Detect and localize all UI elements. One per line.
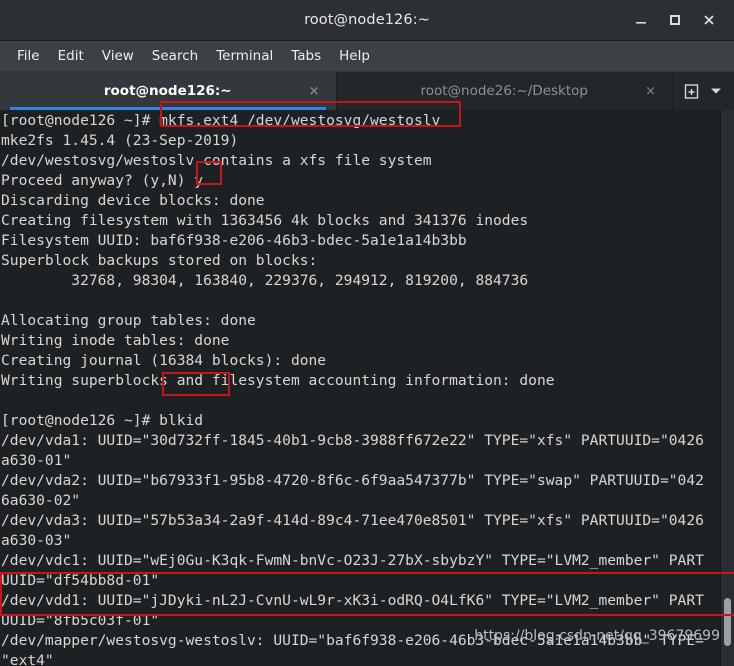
terminal-window: root@node126:~ File Edit View Search Ter…: [0, 0, 734, 666]
tab-root-node126[interactable]: root@node126:~ ×: [0, 72, 337, 110]
menu-edit[interactable]: Edit: [49, 45, 93, 67]
terminal-line: [root@node126 ~]# mkfs.ext4 /dev/westosv…: [1, 112, 441, 129]
window-title: root@node126:~: [304, 12, 430, 28]
watermark-url: https://blog.csdn.net/qq_39679699: [474, 628, 720, 644]
menu-tabs[interactable]: Tabs: [282, 45, 330, 67]
terminal-line: a630-01": [1, 452, 72, 469]
terminal-output: [root@node126 ~]# mkfs.ext4 /dev/westosv…: [1, 111, 734, 666]
terminal-line: a630-03": [1, 532, 72, 549]
minimize-icon[interactable]: [632, 11, 650, 29]
terminal-line: 6a630-02": [1, 492, 81, 509]
terminal-line: /dev/vda3: UUID="57b53a34-2a9f-414d-89c4…: [1, 512, 704, 529]
terminal-line: Discarding device blocks: done: [1, 192, 265, 209]
terminal-line: [root@node126 ~]# blkid: [1, 412, 204, 429]
terminal-line: Creating filesystem with 1363456 4k bloc…: [1, 212, 529, 229]
tab-label: root@node26:~/Desktop: [420, 83, 589, 99]
terminal-line: 32768, 98304, 163840, 229376, 294912, 81…: [1, 272, 529, 289]
terminal-line: mke2fs 1.45.4 (23-Sep-2019): [1, 132, 239, 149]
maximize-icon[interactable]: [666, 11, 684, 29]
tab-close-icon[interactable]: ×: [645, 85, 656, 98]
terminal-line: Superblock backups stored on blocks:: [1, 252, 318, 269]
terminal-line: Proceed anyway? (y,N) y: [1, 172, 204, 189]
tabbar: root@node126:~ × root@node26:~/Desktop ×: [0, 72, 734, 110]
terminal-line: Filesystem UUID: baf6f938-e206-46b3-bdec…: [1, 232, 467, 249]
terminal-line: UUID="df54bb8d-01": [1, 572, 160, 589]
titlebar: root@node126:~: [0, 0, 734, 41]
terminal-body[interactable]: [root@node126 ~]# mkfs.ext4 /dev/westosv…: [0, 110, 734, 666]
terminal-line: Writing inode tables: done: [1, 332, 230, 349]
tabbar-actions: [673, 72, 734, 110]
tab-close-icon[interactable]: ×: [309, 85, 320, 98]
menu-view[interactable]: View: [93, 45, 143, 67]
menu-file[interactable]: File: [8, 45, 49, 67]
terminal-line: "ext4": [1, 652, 54, 666]
terminal-line: /dev/vdd1: UUID="jJDyki-nL2J-CvnU-wL9r-x…: [1, 592, 704, 609]
terminal-scrollbar[interactable]: [721, 110, 734, 666]
chevron-down-icon[interactable]: [710, 86, 722, 97]
menu-terminal[interactable]: Terminal: [207, 45, 282, 67]
terminal-line: /dev/westosvg/westoslv contains a xfs fi…: [1, 152, 432, 169]
terminal-line: Writing superblocks and filesystem accou…: [1, 372, 555, 389]
close-icon[interactable]: [700, 11, 718, 29]
terminal-line: /dev/vda1: UUID="30d732ff-1845-40b1-9cb8…: [1, 432, 704, 449]
terminal-line: Creating journal (16384 blocks): done: [1, 352, 327, 369]
terminal-line: Allocating group tables: done: [1, 312, 256, 329]
window-controls: [632, 11, 734, 29]
terminal-line: /dev/vdc1: UUID="wEj0Gu-K3qk-FwmN-bnVc-O…: [1, 552, 704, 569]
terminal-line: /dev/vda2: UUID="b67933f1-95b8-4720-8f6c…: [1, 472, 704, 489]
menu-help[interactable]: Help: [330, 45, 379, 67]
menubar: File Edit View Search Terminal Tabs Help: [0, 41, 734, 72]
tab-root-node26-desktop[interactable]: root@node26:~/Desktop ×: [336, 72, 673, 110]
scrollbar-thumb[interactable]: [724, 598, 731, 646]
new-tab-icon[interactable]: [683, 83, 700, 100]
menu-search[interactable]: Search: [143, 45, 207, 67]
tab-label: root@node126:~: [103, 83, 232, 99]
